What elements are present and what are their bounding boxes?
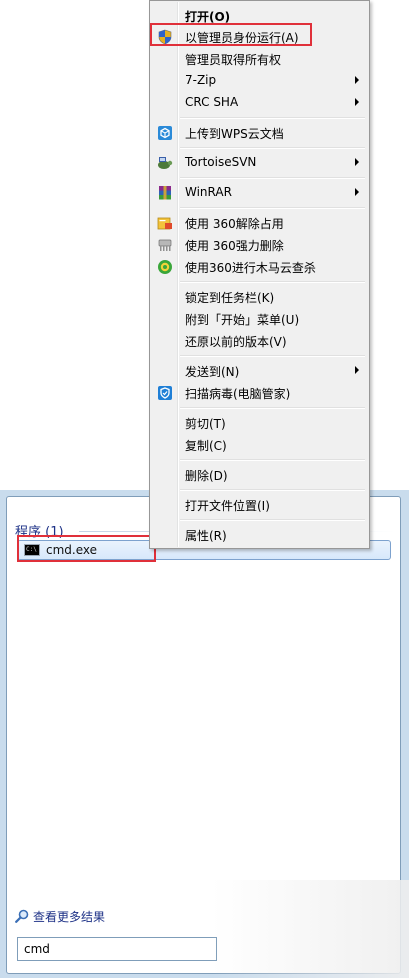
360-scan-icon	[158, 260, 172, 274]
menu-item-label: 删除(D)	[185, 469, 228, 483]
menu-item-label: 使用360进行木马云查杀	[185, 261, 316, 275]
menu-item-label: WinRAR	[185, 185, 232, 199]
submenu-arrow-icon	[355, 158, 359, 166]
menu-item-360-unlock[interactable]: 使用 360解除占用	[152, 212, 367, 234]
menu-item-label: 打开文件位置(I)	[185, 499, 270, 513]
tortoisesvn-icon	[158, 157, 173, 169]
menu-item-open-file-location[interactable]: 打开文件位置(I)	[152, 494, 367, 516]
menu-item-winrar[interactable]: WinRAR	[152, 182, 367, 204]
360-unlock-icon	[157, 217, 172, 230]
menu-item-label: 还原以前的版本(V)	[185, 335, 287, 349]
menu-separator	[180, 207, 365, 209]
menu-item-label: 7-Zip	[185, 73, 217, 87]
faded-corner-overlay	[212, 880, 409, 978]
menu-item-label: 附到「开始」菜单(U)	[185, 313, 300, 327]
menu-item-label: 属性(R)	[185, 529, 227, 543]
menu-item-restore-previous[interactable]: 还原以前的版本(V)	[152, 330, 367, 352]
menu-separator	[180, 459, 365, 461]
menu-item-properties[interactable]: 属性(R)	[152, 524, 367, 546]
menu-item-label: 复制(C)	[185, 439, 227, 453]
menu-item-delete[interactable]: 删除(D)	[152, 464, 367, 486]
menu-item-label: 扫描病毒(电脑管家)	[185, 387, 291, 401]
menu-item-copy[interactable]: 复制(C)	[152, 434, 367, 456]
highlight-cmd-result	[17, 535, 156, 562]
menu-separator	[180, 407, 365, 409]
submenu-arrow-icon	[355, 76, 359, 84]
menu-item-pin-taskbar[interactable]: 锁定到任务栏(K)	[152, 286, 367, 308]
context-menu: 打开(O) 以管理员身份运行(A) 管理员取得所有权 7-Zip CRC SHA…	[149, 0, 370, 549]
winrar-icon	[159, 186, 171, 200]
submenu-arrow-icon	[355, 366, 359, 374]
wps-cloud-icon	[158, 126, 172, 140]
menu-item-upload-wps[interactable]: 上传到WPS云文档	[152, 122, 367, 144]
menu-item-label: 上传到WPS云文档	[185, 127, 284, 141]
menu-item-label: CRC SHA	[185, 95, 239, 109]
highlight-run-as-admin	[150, 23, 312, 46]
menu-separator	[180, 177, 365, 179]
menu-item-label: 使用 360解除占用	[185, 217, 284, 231]
submenu-arrow-icon	[355, 98, 359, 106]
360-shred-icon	[158, 239, 172, 251]
menu-item-label: 剪切(T)	[185, 417, 226, 431]
menu-item-crc-sha[interactable]: CRC SHA	[152, 92, 367, 114]
pc-manager-shield-icon	[158, 386, 172, 400]
menu-separator	[180, 489, 365, 491]
submenu-arrow-icon	[355, 188, 359, 196]
menu-item-send-to[interactable]: 发送到(N)	[152, 360, 367, 382]
menu-item-label: 使用 360强力删除	[185, 239, 284, 253]
start-search-input[interactable]	[17, 937, 217, 961]
menu-separator	[180, 147, 365, 149]
menu-item-7zip[interactable]: 7-Zip	[152, 70, 367, 92]
menu-separator	[180, 117, 365, 119]
menu-item-tortoisesvn[interactable]: TortoiseSVN	[152, 152, 367, 174]
menu-item-cut[interactable]: 剪切(T)	[152, 412, 367, 434]
menu-item-scan-virus[interactable]: 扫描病毒(电脑管家)	[152, 382, 367, 404]
menu-separator	[180, 519, 365, 521]
menu-item-360-shred[interactable]: 使用 360强力删除	[152, 234, 367, 256]
menu-item-pin-start-menu[interactable]: 附到「开始」菜单(U)	[152, 308, 367, 330]
menu-separator	[180, 355, 365, 357]
magnifier-icon	[15, 909, 29, 923]
see-more-results-label: 查看更多结果	[33, 910, 106, 924]
menu-item-label: TortoiseSVN	[185, 155, 257, 169]
menu-separator	[180, 281, 365, 283]
menu-item-label: 管理员取得所有权	[185, 53, 282, 67]
menu-item-take-ownership[interactable]: 管理员取得所有权	[152, 48, 367, 70]
menu-item-360-trojan-scan[interactable]: 使用360进行木马云查杀	[152, 256, 367, 278]
menu-item-label: 锁定到任务栏(K)	[185, 291, 275, 305]
menu-item-label: 发送到(N)	[185, 365, 240, 379]
